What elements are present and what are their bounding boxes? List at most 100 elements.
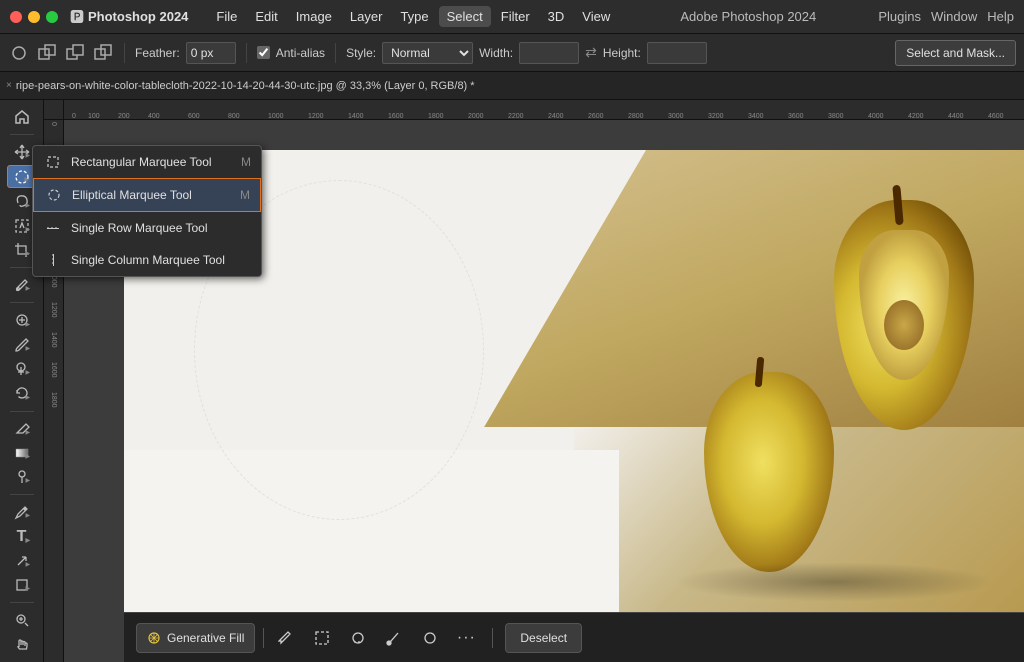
rect-marquee-icon (43, 152, 63, 172)
toolbar-divider-1 (10, 134, 34, 135)
heal-tool[interactable]: ▶ (7, 309, 37, 331)
circle-select-button[interactable] (344, 624, 372, 652)
feather-input[interactable] (186, 42, 236, 64)
circle-outline-button[interactable] (416, 624, 444, 652)
maximize-button[interactable] (46, 11, 58, 23)
single-row-label: Single Row Marquee Tool (71, 221, 251, 235)
eraser-arrow: ▶ (26, 429, 36, 439)
menu-plugins[interactable]: Plugins (878, 9, 921, 24)
shape-tool[interactable]: ▶ (7, 574, 37, 596)
menu-window[interactable]: Window (931, 9, 977, 24)
deselect-button[interactable]: Deselect (505, 623, 582, 653)
menu-select[interactable]: Select (439, 6, 491, 27)
separator-1 (124, 43, 125, 63)
single-row-marquee-item[interactable]: Single Row Marquee Tool (33, 212, 261, 244)
toolbar-divider-3 (10, 302, 34, 303)
menu-edit[interactable]: Edit (247, 6, 285, 27)
type-tool[interactable]: T ▶ (7, 525, 37, 547)
subtract-selection-icon[interactable] (64, 42, 86, 64)
context-toolbar: Generative Fill ··· (124, 612, 1024, 662)
eraser-tool[interactable]: ▶ (7, 417, 37, 439)
width-label: Width: (479, 46, 513, 60)
eyedropper-tool[interactable]: ▶ (7, 274, 37, 296)
marquee-tool-dropdown: Rectangular Marquee Tool M Elliptical Ma… (32, 145, 262, 277)
menu-image[interactable]: Image (288, 6, 340, 27)
antialias-checkbox[interactable] (257, 46, 270, 59)
rect-marquee-shortcut: M (241, 155, 251, 169)
minimize-button[interactable] (28, 11, 40, 23)
pen-tool[interactable]: ▶ (7, 501, 37, 523)
pen-arrow: ▶ (26, 512, 36, 522)
sparkle-icon (147, 631, 161, 645)
history-brush-arrow: ▶ (26, 394, 36, 404)
select-mask-button[interactable]: Select and Mask... (895, 40, 1016, 66)
path-select-tool[interactable]: ▶ (7, 550, 37, 572)
options-bar: Feather: Anti-alias Style: Normal Fixed … (0, 34, 1024, 72)
single-col-marquee-item[interactable]: Single Column Marquee Tool (33, 244, 261, 276)
toolbar-divider-5 (10, 494, 34, 495)
add-selection-icon[interactable] (36, 42, 58, 64)
style-select[interactable]: Normal Fixed Ratio Fixed Size (382, 42, 473, 64)
toolbar-divider-4 (10, 411, 34, 412)
menu-layer[interactable]: Layer (342, 6, 391, 27)
dodge-tool[interactable]: ▶ (7, 466, 37, 488)
menu-bar: File Edit Image Layer Type Select Filter… (208, 6, 618, 27)
clone-stamp-tool[interactable]: ▶ (7, 358, 37, 380)
swap-icon[interactable]: ⇄ (585, 44, 597, 61)
app-name: Photoshop 2024 (88, 9, 188, 24)
dodge-arrow: ▶ (26, 477, 36, 487)
new-selection-icon[interactable] (8, 42, 30, 64)
elliptical-marquee-item[interactable]: Elliptical Marquee Tool M (33, 178, 261, 212)
intersect-selection-icon[interactable] (92, 42, 114, 64)
ruler-corner (44, 100, 64, 120)
style-label: Style: (346, 46, 376, 60)
antialias-label: Anti-alias (276, 46, 325, 60)
tab-close-icon[interactable]: × (6, 80, 12, 91)
ellip-marquee-label: Elliptical Marquee Tool (72, 188, 232, 202)
single-col-icon (43, 250, 63, 270)
heal-tool-arrow: ▶ (26, 321, 36, 331)
height-input[interactable] (647, 42, 707, 64)
menu-filter[interactable]: Filter (493, 6, 538, 27)
generative-fill-button[interactable]: Generative Fill (136, 623, 255, 653)
menu-type[interactable]: Type (392, 6, 436, 27)
zoom-tool[interactable] (7, 609, 37, 631)
gradient-arrow: ▶ (26, 453, 36, 463)
brush-tool[interactable]: ▶ (7, 334, 37, 356)
history-brush-tool[interactable]: ▶ (7, 382, 37, 404)
toolbar-divider-2 (10, 267, 34, 268)
menu-file[interactable]: File (208, 6, 245, 27)
menu-help[interactable]: Help (987, 9, 1014, 24)
toolbar-divider-6 (10, 602, 34, 603)
path-select-arrow: ▶ (26, 561, 36, 571)
separator-3 (335, 43, 336, 63)
rectangular-marquee-item[interactable]: Rectangular Marquee Tool M (33, 146, 261, 178)
rect-marquee-label: Rectangular Marquee Tool (71, 155, 233, 169)
hand-tool[interactable] (7, 634, 37, 656)
gradient-tool[interactable]: ▶ (7, 442, 37, 464)
horizontal-ruler: 0 100 200 400 600 800 1000 1200 1400 160… (64, 100, 1024, 120)
fill-arrow-button[interactable] (380, 624, 408, 652)
tab-label[interactable]: ripe-pears-on-white-color-tablecloth-202… (16, 80, 475, 92)
rect-select-button[interactable] (308, 624, 336, 652)
tab-bar: × ripe-pears-on-white-color-tablecloth-2… (0, 72, 1024, 100)
home-tool[interactable] (7, 106, 37, 128)
eyedropper-arrow: ▶ (26, 285, 36, 295)
type-arrow: ▶ (26, 537, 36, 547)
menu-view[interactable]: View (574, 6, 618, 27)
bottom-separator-1 (263, 628, 264, 648)
shape-arrow: ▶ (26, 585, 36, 595)
bottom-separator-2 (492, 628, 493, 648)
brush-small-button[interactable] (272, 624, 300, 652)
titlebar: 🅿 Photoshop 2024 File Edit Image Layer T… (0, 0, 1024, 34)
width-input[interactable] (519, 42, 579, 64)
menu-3d[interactable]: 3D (540, 6, 573, 27)
clone-stamp-arrow: ▶ (26, 369, 36, 379)
app-logo: 🅿 (70, 7, 84, 27)
ellip-marquee-icon (44, 185, 64, 205)
close-button[interactable] (10, 11, 22, 23)
more-options-button[interactable]: ··· (452, 624, 480, 652)
window-title: Adobe Photoshop 2024 (618, 9, 878, 24)
height-label: Height: (603, 46, 641, 60)
single-col-label: Single Column Marquee Tool (71, 253, 251, 267)
